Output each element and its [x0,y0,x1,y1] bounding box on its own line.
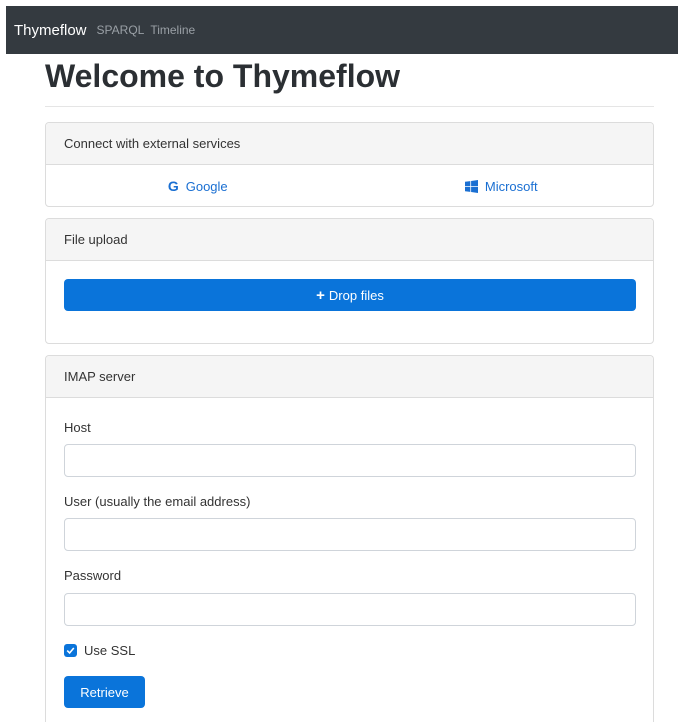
user-input[interactable] [64,518,636,551]
use-ssl-label: Use SSL [84,643,136,658]
nav-link-timeline[interactable]: Timeline [150,23,195,37]
connect-services-card: Connect with external services G Google … [45,122,654,207]
plus-icon: + [316,286,325,304]
retrieve-button[interactable]: Retrieve [64,676,145,708]
navbar-brand[interactable]: Thymeflow [14,22,87,39]
connect-services-header: Connect with external services [46,123,653,165]
services-row: G Google Microsoft [46,165,653,207]
host-label: Host [64,420,91,435]
microsoft-label: Microsoft [484,178,538,194]
google-connect-link[interactable]: G Google [46,178,350,194]
use-ssl-row[interactable]: Use SSL [64,643,135,658]
password-input[interactable] [64,593,636,626]
user-label: User (usually the email address) [64,494,251,509]
drop-files-button[interactable]: + Drop files [64,279,636,311]
microsoft-connect-link[interactable]: Microsoft [350,179,654,194]
use-ssl-checkbox[interactable] [64,644,77,657]
google-label: Google [185,178,228,194]
checkmark-icon [66,647,75,655]
imap-server-header: IMAP server [46,356,653,398]
host-input[interactable] [64,444,636,477]
imap-server-card: IMAP server Host User (usually the email… [45,355,654,722]
password-label: Password [64,568,122,583]
top-navbar: Thymeflow SPARQL Timeline [6,6,678,54]
title-divider [45,106,654,107]
google-icon: G [167,178,179,194]
windows-icon [464,179,478,193]
file-upload-header: File upload [46,219,653,261]
drop-files-label: Drop files [328,287,384,303]
page-title: Welcome to Thymeflow [45,58,401,94]
file-upload-card: File upload + Drop files [45,218,654,344]
nav-link-sparql[interactable]: SPARQL [97,23,145,37]
